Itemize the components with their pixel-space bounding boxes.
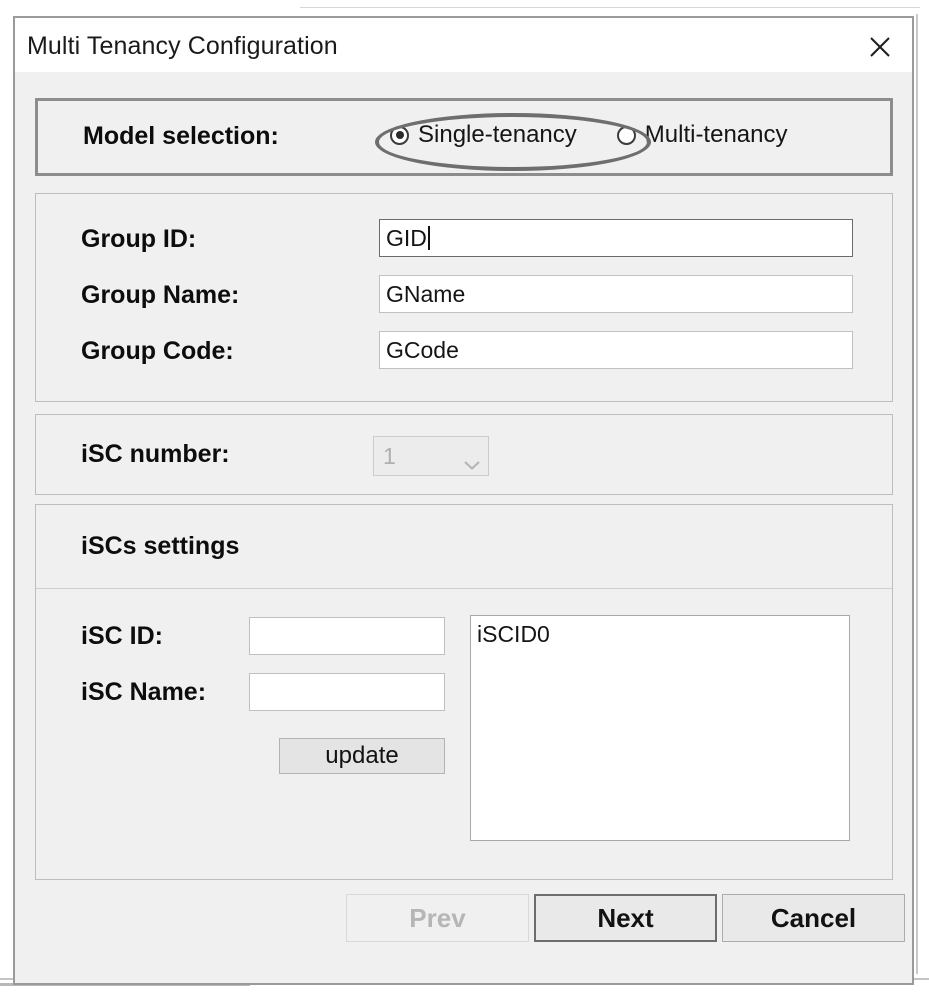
prev-button[interactable]: Prev (346, 894, 529, 942)
isc-id-label: iSC ID: (81, 622, 163, 650)
iscs-settings-panel: iSCs settings iSC ID: iSC Name: update i… (35, 504, 893, 880)
isc-number-select[interactable]: 1 (373, 436, 489, 476)
group-id-label: Group ID: (81, 225, 197, 253)
isc-number-value: 1 (383, 442, 396, 469)
group-code-value: GCode (386, 336, 459, 363)
isc-number-label: iSC number: (81, 440, 230, 468)
update-button[interactable]: update (279, 738, 445, 774)
radio-dot-single-tenancy-icon (390, 125, 409, 145)
model-selection-radio-group: Single-tenancy Multi-tenancy (390, 121, 788, 149)
radio-label-multi-tenancy: Multi-tenancy (644, 121, 788, 148)
radio-multi-tenancy[interactable]: Multi-tenancy (616, 121, 788, 149)
chevron-down-icon (463, 450, 481, 470)
isc-id-input[interactable] (249, 617, 445, 655)
isc-name-label: iSC Name: (81, 678, 207, 706)
radio-dot-multi-tenancy-icon (616, 125, 636, 145)
model-selection-label: Model selection: (83, 122, 279, 150)
next-button[interactable]: Next (534, 894, 717, 942)
group-name-input[interactable]: GName (379, 275, 853, 313)
group-id-input[interactable]: GID (379, 219, 853, 257)
isc-name-input[interactable] (249, 673, 445, 711)
list-item[interactable]: iSCID0 (477, 620, 843, 649)
group-name-label: Group Name: (81, 281, 240, 309)
panel-divider (36, 588, 892, 589)
radio-label-single-tenancy: Single-tenancy (418, 121, 577, 148)
model-selection-panel: Model selection: Single-tenancy Multi-te… (35, 98, 893, 176)
isc-number-panel: iSC number: 1 (35, 414, 893, 495)
group-id-value: GID (386, 224, 427, 251)
group-name-value: GName (386, 280, 466, 307)
group-code-label: Group Code: (81, 337, 234, 365)
group-details-panel: Group ID: Group Name: Group Code: GID GN… (35, 193, 893, 402)
background-artifact-right (916, 14, 918, 974)
close-icon[interactable] (865, 32, 895, 62)
group-code-input[interactable]: GCode (379, 331, 853, 369)
isc-list-box[interactable]: iSCID0 (470, 615, 850, 841)
cancel-button[interactable]: Cancel (722, 894, 905, 942)
text-caret (427, 226, 430, 250)
window-title: Multi Tenancy Configuration (27, 32, 338, 60)
background-artifact-top (300, 7, 920, 8)
multi-tenancy-configuration-dialog: Multi Tenancy Configuration Model select… (13, 16, 914, 985)
radio-single-tenancy[interactable]: Single-tenancy (390, 121, 577, 149)
title-bar: Multi Tenancy Configuration (15, 18, 912, 72)
iscs-settings-header: iSCs settings (81, 532, 240, 560)
